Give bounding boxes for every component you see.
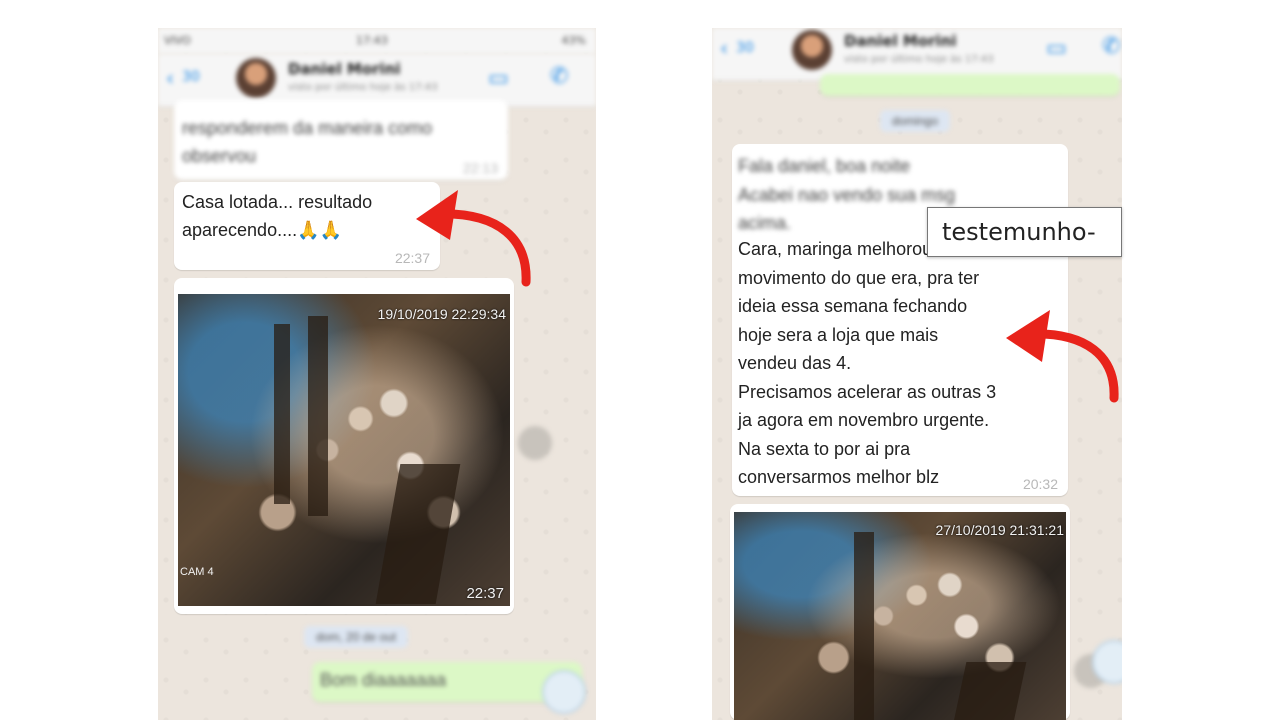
annotation-layer (416, 190, 1119, 403)
red-arrow-icon (1006, 310, 1119, 403)
overlay-tag-label: testemunho- (927, 207, 1122, 257)
red-arrow-icon (416, 190, 531, 287)
